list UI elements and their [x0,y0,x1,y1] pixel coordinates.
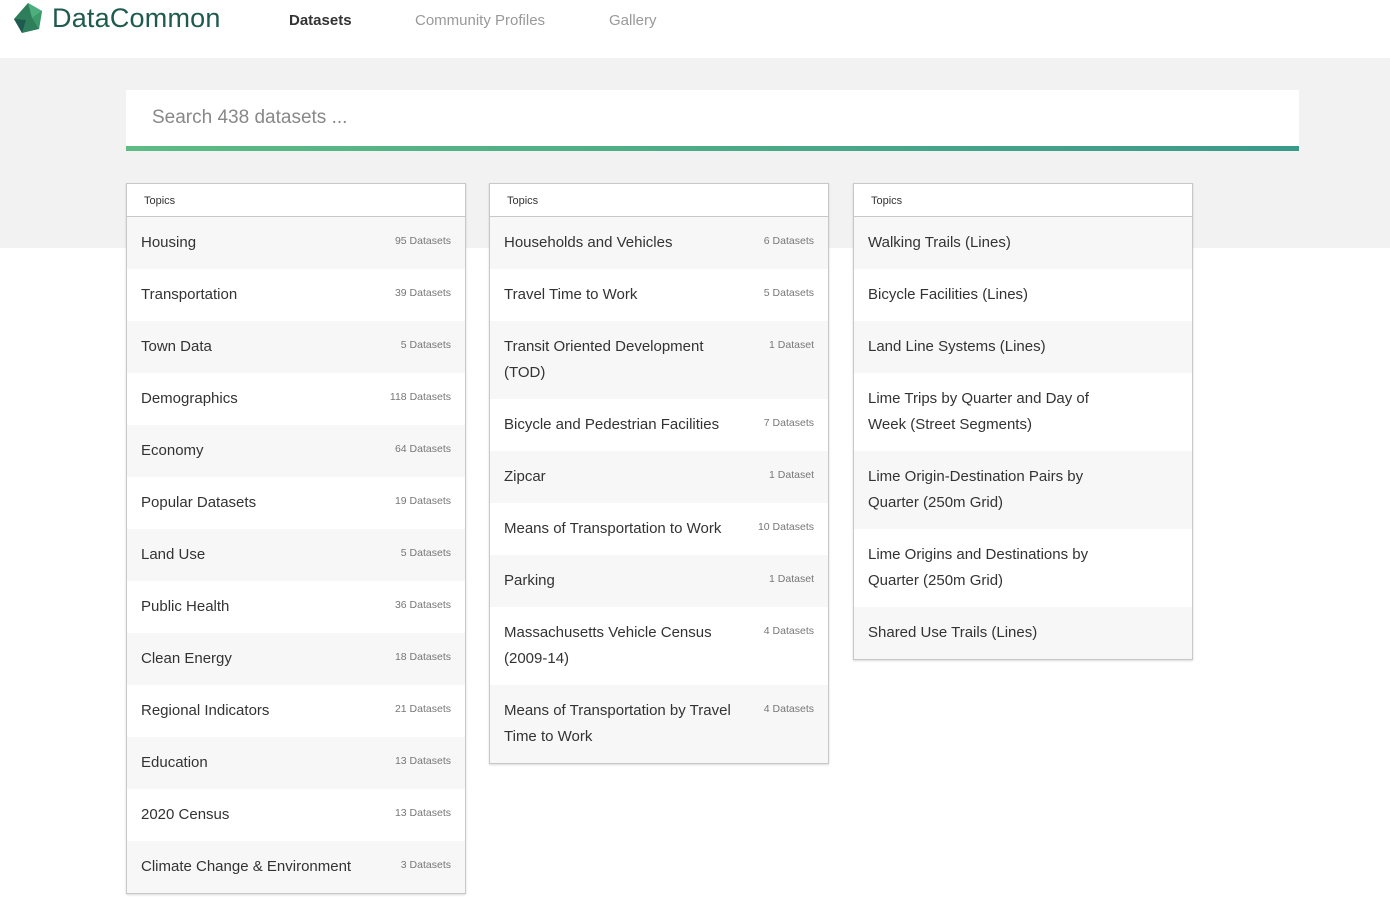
topic-row[interactable]: Public Health 36 Datasets [127,581,465,633]
dataset-count: 13 Datasets [394,755,451,767]
topic-row[interactable]: Land Line Systems (Lines) [854,321,1192,373]
topics-panel-datasets: Topics Walking Trails (Lines) Bicycle Fac… [853,183,1193,660]
topic-label: Land Use [141,546,206,563]
top-navigation-bar: DataCommon Datasets Community Profiles G… [0,0,1390,58]
dataset-count: 5 Datasets [400,339,451,351]
topic-row[interactable]: Transit Oriented Development (TOD) 1 Data… [490,321,828,399]
topic-label: Climate Change & Environment [141,858,352,875]
topic-list: Walking Trails (Lines) Bicycle Facilities… [854,217,1192,659]
dataset-count: 13 Datasets [394,807,451,819]
topic-row[interactable]: Regional Indicators 21 Datasets [127,685,465,737]
topic-label: Massachusetts Vehicle Census (2009-14) [504,624,712,667]
search-input[interactable] [126,90,1299,146]
dataset-count: 10 Datasets [757,521,814,533]
topic-row[interactable]: Means of Transportation by Travel Time t… [490,685,828,763]
topic-row[interactable]: Land Use 5 Datasets [127,529,465,581]
topic-row[interactable]: 2020 Census 13 Datasets [127,789,465,841]
topic-row[interactable]: Bicycle and Pedestrian Facilities 7 Datas… [490,399,828,451]
topic-label: Education [141,754,208,771]
topic-label: Housing [141,234,197,251]
topic-row[interactable]: Bicycle Facilities (Lines) [854,269,1192,321]
topic-row[interactable]: Town Data 5 Datasets [127,321,465,373]
topic-label: Clean Energy [141,650,232,667]
dataset-count: 64 Datasets [394,443,451,455]
topic-row[interactable]: Popular Datasets 19 Datasets [127,477,465,529]
topic-label: Public Health [141,598,230,615]
topic-label: Demographics [141,390,238,407]
brand-logo[interactable]: DataCommon [12,0,221,36]
dataset-count: 5 Datasets [763,287,814,299]
topics-panel-transportation: Topics Households and Vehicles 6 Datasets… [489,183,829,764]
topic-label: Walking Trails (Lines) [868,234,1011,251]
dataset-count: 1 Dataset [769,573,814,585]
topic-label: Transit Oriented Development (TOD) [504,338,704,381]
dataset-count: 39 Datasets [394,287,451,299]
dataset-count: 4 Datasets [763,703,814,715]
dataset-count: 1 Dataset [769,469,814,481]
topic-row[interactable]: Transportation 39 Datasets [127,269,465,321]
topic-row[interactable]: Walking Trails (Lines) [854,217,1192,269]
dataset-count: 18 Datasets [394,651,451,663]
dataset-count: 118 Datasets [389,391,451,403]
dataset-count: 5 Datasets [400,547,451,559]
topic-row[interactable]: Climate Change & Environment 3 Datasets [127,841,465,893]
panel-header: Topics [127,184,465,217]
dataset-count: 1 Dataset [769,339,814,351]
topic-row[interactable]: Zipcar 1 Dataset [490,451,828,503]
topic-row[interactable]: Means of Transportation to Work 10 Datase… [490,503,828,555]
topic-label: Lime Origins and Destinations by Quarter… [868,546,1089,589]
dataset-count: 4 Datasets [763,625,814,637]
panel-header: Topics [490,184,828,217]
dataset-count: 6 Datasets [763,235,814,247]
topic-row[interactable]: Travel Time to Work 5 Datasets [490,269,828,321]
search-bar [126,90,1299,151]
dataset-count: 95 Datasets [394,235,451,247]
topic-label: Popular Datasets [141,494,257,511]
topic-list: Housing 95 Datasets Transportation 39 Datas… [127,217,465,893]
topic-row[interactable]: Lime Origins and Destinations by Quarter… [854,529,1192,607]
topic-label: Travel Time to Work [504,286,638,303]
topic-row[interactable]: Demographics 118 Datasets [127,373,465,425]
topic-label: 2020 Census [141,806,230,823]
topic-row[interactable]: Clean Energy 18 Datasets [127,633,465,685]
dataset-count: 36 Datasets [394,599,451,611]
topic-label: Means of Transportation by Travel Time t… [504,702,731,745]
nav-datasets[interactable]: Datasets [289,12,352,29]
panel-header: Topics [854,184,1192,217]
topic-row[interactable]: Shared Use Trails (Lines) [854,607,1192,659]
topic-label: Economy [141,442,204,459]
nav-community-profiles[interactable]: Community Profiles [415,12,545,29]
topic-row[interactable]: Education 13 Datasets [127,737,465,789]
dataset-count: 21 Datasets [394,703,451,715]
topic-row[interactable]: Massachusetts Vehicle Census (2009-14) 4 … [490,607,828,685]
topic-row[interactable]: Housing 95 Datasets [127,217,465,269]
topic-label: Land Line Systems (Lines) [868,338,1046,355]
topic-label: Lime Origin-Destination Pairs by Quarter… [868,468,1084,511]
topic-label: Lime Trips by Quarter and Day of Week (S… [868,390,1089,433]
topic-row[interactable]: Lime Trips by Quarter and Day of Week (S… [854,373,1192,451]
topic-label: Regional Indicators [141,702,270,719]
topic-label: Shared Use Trails (Lines) [868,624,1038,641]
dataset-count: 19 Datasets [394,495,451,507]
topic-label: Means of Transportation to Work [504,520,722,537]
topic-row[interactable]: Parking 1 Dataset [490,555,828,607]
dataset-count: 7 Datasets [763,417,814,429]
topic-label: Households and Vehicles [504,234,673,251]
nav-gallery[interactable]: Gallery [609,12,657,29]
dataset-count: 3 Datasets [400,859,451,871]
topic-row[interactable]: Economy 64 Datasets [127,425,465,477]
topic-label: Zipcar [504,468,546,485]
topics-panel-main: Topics Housing 95 Datasets Transportation 3… [126,183,466,894]
topic-row[interactable]: Lime Origin-Destination Pairs by Quarter… [854,451,1192,529]
topic-label: Transportation [141,286,238,303]
topic-label: Town Data [141,338,212,355]
topic-label: Bicycle Facilities (Lines) [868,286,1029,303]
topic-row[interactable]: Households and Vehicles 6 Datasets [490,217,828,269]
topic-list: Households and Vehicles 6 Datasets Travel … [490,217,828,763]
topic-label: Parking [504,572,555,589]
datacommon-logo-icon [12,2,44,34]
brand-name: DataCommon [52,2,221,33]
topic-label: Bicycle and Pedestrian Facilities [504,416,720,433]
